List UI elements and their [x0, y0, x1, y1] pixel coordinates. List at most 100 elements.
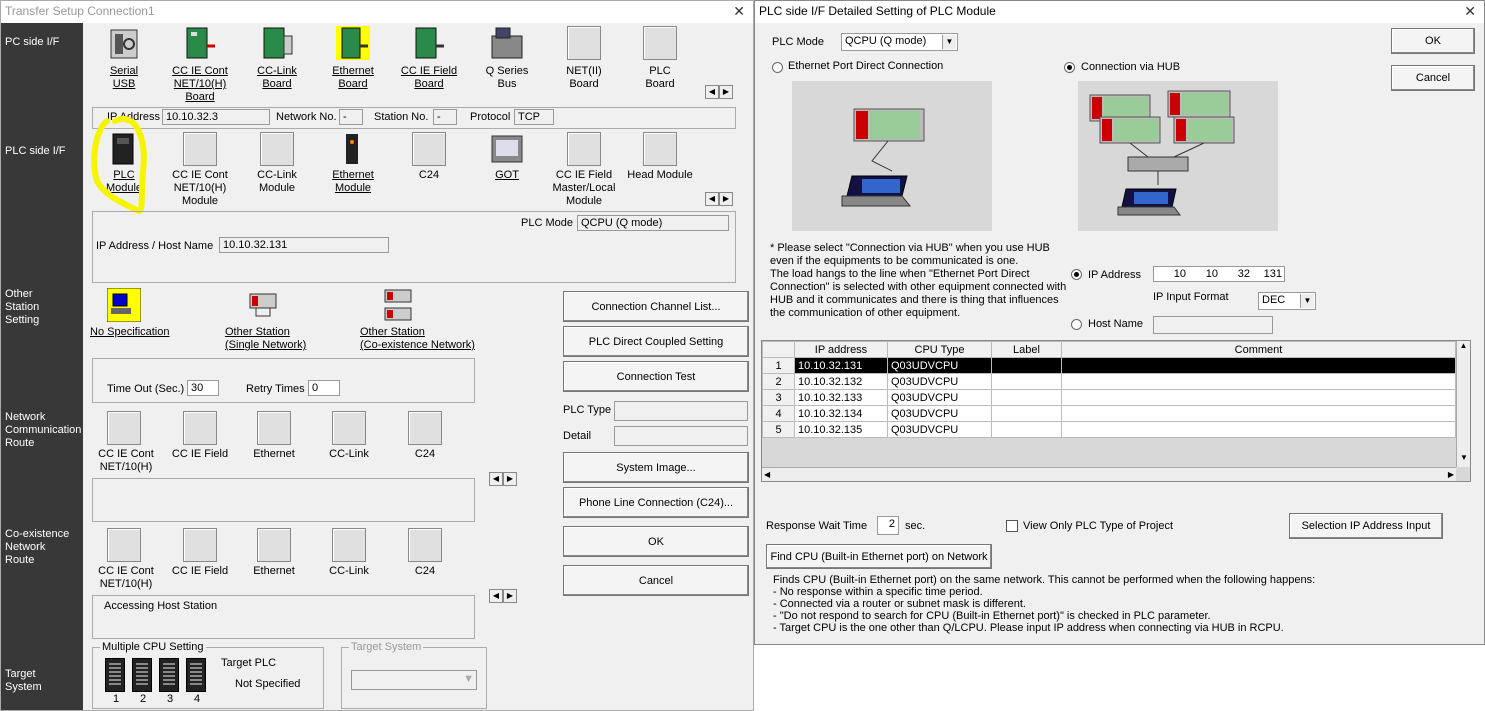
scroll-right-icon[interactable]: ▶: [719, 192, 733, 206]
row-label[interactable]: [991, 357, 1062, 374]
plc-board-icon[interactable]: [643, 26, 677, 60]
no-specification-label[interactable]: No Specification: [90, 326, 170, 338]
scroll-left-icon[interactable]: ◀: [489, 472, 503, 486]
head-module-icon[interactable]: [643, 132, 677, 166]
route-c24-icon[interactable]: [408, 411, 442, 445]
scroll-left-icon[interactable]: ◀: [705, 192, 719, 206]
scroll-right-icon[interactable]: ▶: [503, 472, 517, 486]
direct-connection-radio[interactable]: [772, 62, 783, 73]
host-name-radio[interactable]: [1071, 319, 1082, 330]
scroll-left-icon[interactable]: ◀: [764, 468, 770, 481]
row-ip[interactable]: 10.10.32.135: [794, 421, 888, 438]
row-ip[interactable]: 10.10.32.133: [794, 389, 888, 406]
close-icon[interactable]: ✕: [1464, 3, 1476, 20]
scroll-right-icon[interactable]: ▶: [1448, 468, 1454, 481]
timeout-field[interactable]: 30: [187, 380, 219, 396]
row-ip[interactable]: 10.10.32.131: [794, 357, 888, 374]
row-comment[interactable]: [1061, 373, 1456, 390]
table-row[interactable]: 1 10.10.32.131 Q03UDVCPU: [762, 357, 1456, 374]
row-label[interactable]: [991, 373, 1062, 390]
ok-button[interactable]: OK: [563, 526, 749, 557]
cc-ie-cont-module-icon[interactable]: [183, 132, 217, 166]
response-wait-field[interactable]: 2: [877, 516, 899, 535]
q-series-bus-icon[interactable]: [490, 26, 524, 60]
row-comment[interactable]: [1061, 389, 1456, 406]
connection-test-button[interactable]: Connection Test: [563, 361, 749, 392]
table-row[interactable]: 5 10.10.32.135 Q03UDVCPU: [762, 421, 1456, 438]
horizontal-scrollbar[interactable]: ◀ ▶: [762, 467, 1456, 481]
ip-format-select[interactable]: DEC ▼: [1258, 292, 1316, 310]
other-station-single-label[interactable]: Other Station (Single Network): [225, 326, 306, 352]
route-cc-link-icon[interactable]: [332, 411, 366, 445]
plc-direct-coupled-button[interactable]: PLC Direct Coupled Setting: [563, 326, 749, 357]
cc-ie-field-master-icon[interactable]: [567, 132, 601, 166]
row-cpu[interactable]: Q03UDVCPU: [887, 389, 992, 406]
phone-line-button[interactable]: Phone Line Connection (C24)...: [563, 487, 749, 518]
row-comment[interactable]: [1061, 357, 1456, 374]
cpu-1-icon[interactable]: [105, 658, 125, 692]
close-icon[interactable]: ✕: [733, 3, 745, 20]
cc-link-board-icon[interactable]: [260, 26, 294, 60]
header-cpu[interactable]: CPU Type: [887, 341, 992, 358]
row-label[interactable]: [991, 421, 1062, 438]
row-label[interactable]: [991, 389, 1062, 406]
hub-connection-radio[interactable]: [1064, 62, 1075, 73]
view-only-checkbox[interactable]: [1006, 520, 1018, 532]
scroll-up-icon[interactable]: ▲: [1457, 341, 1470, 355]
scroll-right-icon[interactable]: ▶: [503, 589, 517, 603]
scroll-left-icon[interactable]: ◀: [489, 589, 503, 603]
ip-address-radio[interactable]: [1071, 269, 1082, 280]
header-label[interactable]: Label: [991, 341, 1062, 358]
retry-field[interactable]: 0: [308, 380, 340, 396]
connection-channel-list-button[interactable]: Connection Channel List...: [563, 291, 749, 322]
cc-ie-field-board-icon[interactable]: [412, 26, 446, 60]
cpu-2-icon[interactable]: [132, 658, 152, 692]
system-image-button[interactable]: System Image...: [563, 452, 749, 483]
other-station-coexistence-icon[interactable]: [381, 288, 415, 322]
ethernet-module-icon[interactable]: [336, 132, 370, 166]
scroll-right-icon[interactable]: ▶: [719, 85, 733, 99]
pc-scroll-arrows[interactable]: ◀ ▶: [705, 85, 733, 99]
coex-cc-ie-field-icon[interactable]: [183, 528, 217, 562]
coex-c24-icon[interactable]: [408, 528, 442, 562]
row-comment[interactable]: [1061, 421, 1456, 438]
c24-icon[interactable]: [412, 132, 446, 166]
row-cpu[interactable]: Q03UDVCPU: [887, 421, 992, 438]
table-row[interactable]: 2 10.10.32.132 Q03UDVCPU: [762, 373, 1456, 390]
ok-button[interactable]: OK: [1391, 28, 1475, 54]
route-cc-ie-field-icon[interactable]: [183, 411, 217, 445]
serial-usb-icon[interactable]: [107, 26, 141, 60]
scroll-down-icon[interactable]: ▼: [1457, 453, 1470, 467]
header-comment[interactable]: Comment: [1061, 341, 1456, 358]
selection-ip-button[interactable]: Selection IP Address Input: [1289, 513, 1443, 539]
ip-address-input[interactable]: 10 10 32 131: [1153, 266, 1285, 282]
row-label[interactable]: [991, 405, 1062, 422]
row-ip[interactable]: 10.10.32.132: [794, 373, 888, 390]
no-specification-icon[interactable]: [106, 287, 142, 323]
coex-cc-ie-cont-icon[interactable]: [107, 528, 141, 562]
row-cpu[interactable]: Q03UDVCPU: [887, 405, 992, 422]
net-ii-board-icon[interactable]: [567, 26, 601, 60]
cancel-button[interactable]: Cancel: [1391, 65, 1475, 91]
cancel-button[interactable]: Cancel: [563, 565, 749, 596]
vertical-scrollbar[interactable]: ▲ ▼: [1456, 341, 1470, 467]
scroll-left-icon[interactable]: ◀: [705, 85, 719, 99]
table-row[interactable]: 4 10.10.32.134 Q03UDVCPU: [762, 405, 1456, 422]
header-ip[interactable]: IP address: [794, 341, 888, 358]
coex-scroll-arrows[interactable]: ◀ ▶: [489, 589, 517, 603]
cpu-3-icon[interactable]: [159, 658, 179, 692]
got-icon[interactable]: [490, 132, 524, 166]
table-row[interactable]: 3 10.10.32.133 Q03UDVCPU: [762, 389, 1456, 406]
coex-cc-link-icon[interactable]: [332, 528, 366, 562]
row-cpu[interactable]: Q03UDVCPU: [887, 357, 992, 374]
coex-ethernet-icon[interactable]: [257, 528, 291, 562]
cc-ie-cont-board-icon[interactable]: [183, 26, 217, 60]
route-scroll-arrows[interactable]: ◀ ▶: [489, 472, 517, 486]
find-cpu-button[interactable]: Find CPU (Built-in Ethernet port) on Net…: [766, 544, 992, 569]
plc-scroll-arrows[interactable]: ◀ ▶: [705, 192, 733, 206]
route-ethernet-icon[interactable]: [257, 411, 291, 445]
ethernet-board-icon[interactable]: [336, 26, 370, 60]
row-ip[interactable]: 10.10.32.134: [794, 405, 888, 422]
other-station-coexistence-label[interactable]: Other Station (Co-existence Network): [360, 326, 475, 352]
plc-mode-select[interactable]: QCPU (Q mode) ▼: [841, 33, 958, 51]
